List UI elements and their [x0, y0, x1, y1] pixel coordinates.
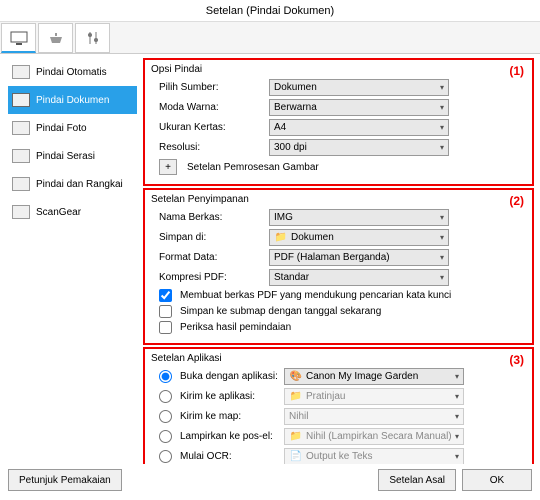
- toolbar: [0, 22, 540, 54]
- chevron-down-icon: ▾: [455, 392, 459, 401]
- window-title: Setelan (Pindai Dokumen): [0, 0, 540, 22]
- custom-icon: [12, 149, 30, 163]
- sidebar-item-label: Pindai Foto: [36, 123, 87, 134]
- tab-scan-from-computer[interactable]: [1, 23, 36, 53]
- defaults-button[interactable]: Setelan Asal: [378, 469, 456, 491]
- color-mode-select[interactable]: Berwarna▾: [269, 99, 449, 116]
- open-with-select[interactable]: 🎨Canon My Image Garden▾: [284, 368, 464, 385]
- sidebar-item-label: Pindai Serasi: [36, 151, 95, 162]
- resolution-select[interactable]: 300 dpi▾: [269, 139, 449, 156]
- stitch-icon: [12, 177, 30, 191]
- open-with-label: Buka dengan aplikasi:: [180, 371, 280, 382]
- help-button[interactable]: Petunjuk Pemakaian: [8, 469, 122, 491]
- section-title: Setelan Aplikasi: [151, 353, 526, 364]
- paper-size-select[interactable]: A4▾: [269, 119, 449, 136]
- sidebar-item-document[interactable]: Pindai Dokumen: [8, 86, 137, 114]
- pdf-searchable-label: Membuat berkas PDF yang mendukung pencar…: [180, 290, 451, 301]
- photo-icon: [12, 121, 30, 135]
- chevron-down-icon: ▾: [455, 412, 459, 421]
- send-folder-label: Kirim ke map:: [180, 411, 280, 422]
- compression-label: Kompresi PDF:: [159, 272, 265, 283]
- section-title: Setelan Penyimpanan: [151, 194, 526, 205]
- expand-button[interactable]: +: [159, 159, 177, 175]
- send-folder-select[interactable]: Nihil▾: [284, 408, 464, 425]
- ok-button[interactable]: OK: [462, 469, 532, 491]
- document-icon: [12, 93, 30, 107]
- subfolder-date-checkbox[interactable]: [159, 305, 172, 318]
- chevron-down-icon: ▾: [440, 143, 444, 152]
- chevron-down-icon: ▾: [440, 253, 444, 262]
- sidebar-item-stitch[interactable]: Pindai dan Rangkai: [8, 170, 137, 198]
- tab-general-settings[interactable]: [75, 23, 110, 53]
- filename-label: Nama Berkas:: [159, 212, 265, 223]
- section-app-settings: (3) Setelan Aplikasi Buka dengan aplikas…: [143, 347, 534, 464]
- attach-email-select[interactable]: 📁Nihil (Lampirkan Secara Manual)▾: [284, 428, 464, 445]
- chevron-down-icon: ▾: [440, 123, 444, 132]
- send-app-radio[interactable]: [159, 390, 172, 403]
- check-results-checkbox[interactable]: [159, 321, 172, 334]
- paper-size-label: Ukuran Kertas:: [159, 122, 265, 133]
- sliders-icon: [85, 30, 101, 46]
- tab-scan-from-panel[interactable]: [38, 23, 73, 53]
- start-ocr-select[interactable]: 📄Output ke Teks▾: [284, 448, 464, 464]
- send-app-label: Kirim ke aplikasi:: [180, 391, 280, 402]
- filename-input[interactable]: IMG▾: [269, 209, 449, 226]
- app-icon: 🎨: [289, 371, 303, 383]
- chevron-down-icon: ▾: [440, 213, 444, 222]
- sidebar: Pindai Otomatis Pindai Dokumen Pindai Fo…: [0, 54, 137, 464]
- mail-icon: 📁: [289, 431, 303, 443]
- section-tag: (3): [509, 353, 524, 367]
- attach-email-radio[interactable]: [159, 430, 172, 443]
- auto-icon: [12, 65, 30, 79]
- chevron-down-icon: ▾: [440, 273, 444, 282]
- scangear-icon: [12, 205, 30, 219]
- content-area: (1) Opsi Pindai Pilih Sumber: Dokumen▾ Mo…: [137, 54, 540, 464]
- sidebar-item-label: ScanGear: [36, 207, 81, 218]
- scanner-icon: [46, 31, 66, 45]
- source-select[interactable]: Dokumen▾: [269, 79, 449, 96]
- plus-icon: +: [165, 162, 171, 173]
- open-with-radio[interactable]: [159, 370, 172, 383]
- chevron-down-icon: ▾: [440, 103, 444, 112]
- send-folder-radio[interactable]: [159, 410, 172, 423]
- savein-select[interactable]: 📁Dokumen▾: [269, 229, 449, 246]
- monitor-icon: [9, 31, 29, 45]
- start-ocr-radio[interactable]: [159, 450, 172, 463]
- section-title: Opsi Pindai: [151, 64, 526, 75]
- chevron-down-icon: ▾: [440, 233, 444, 242]
- section-tag: (1): [509, 64, 524, 78]
- sidebar-item-custom[interactable]: Pindai Serasi: [8, 142, 137, 170]
- pdf-searchable-checkbox[interactable]: [159, 289, 172, 302]
- chevron-down-icon: ▾: [455, 452, 459, 461]
- folder-icon: 📁: [274, 232, 288, 244]
- sidebar-item-label: Pindai Otomatis: [36, 67, 107, 78]
- savein-label: Simpan di:: [159, 232, 265, 243]
- chevron-down-icon: ▾: [440, 83, 444, 92]
- sidebar-item-auto[interactable]: Pindai Otomatis: [8, 58, 137, 86]
- start-ocr-label: Mulai OCR:: [180, 451, 280, 462]
- text-icon: 📄: [289, 451, 303, 463]
- subfolder-date-label: Simpan ke submap dengan tanggal sekarang: [180, 306, 381, 317]
- section-scan-options: (1) Opsi Pindai Pilih Sumber: Dokumen▾ Mo…: [143, 58, 534, 186]
- chevron-down-icon: ▾: [455, 372, 459, 381]
- footer: Petunjuk Pemakaian Setelan Asal OK: [0, 464, 540, 496]
- section-save-settings: (2) Setelan Penyimpanan Nama Berkas: IMG▾…: [143, 188, 534, 345]
- sidebar-item-photo[interactable]: Pindai Foto: [8, 114, 137, 142]
- image-processing-label: Setelan Pemrosesan Gambar: [187, 162, 319, 173]
- format-label: Format Data:: [159, 252, 265, 263]
- color-mode-label: Moda Warna:: [159, 102, 265, 113]
- sidebar-item-label: Pindai dan Rangkai: [36, 179, 123, 190]
- resolution-label: Resolusi:: [159, 142, 265, 153]
- source-label: Pilih Sumber:: [159, 82, 265, 93]
- attach-email-label: Lampirkan ke pos-el:: [180, 431, 280, 442]
- sidebar-item-scangear[interactable]: ScanGear: [8, 198, 137, 226]
- chevron-down-icon: ▾: [455, 432, 459, 441]
- section-tag: (2): [509, 194, 524, 208]
- sidebar-item-label: Pindai Dokumen: [36, 95, 109, 106]
- preview-icon: 📁: [289, 391, 303, 403]
- check-results-label: Periksa hasil pemindaian: [180, 322, 291, 333]
- format-select[interactable]: PDF (Halaman Berganda)▾: [269, 249, 449, 266]
- send-app-select[interactable]: 📁Pratinjau▾: [284, 388, 464, 405]
- compression-select[interactable]: Standar▾: [269, 269, 449, 286]
